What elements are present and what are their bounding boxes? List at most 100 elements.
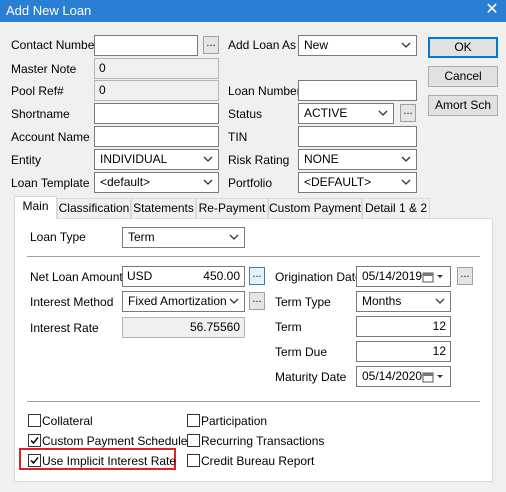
- term-type-value: Months: [362, 294, 402, 308]
- chevron-down-icon: [203, 156, 213, 162]
- add-loan-as-select[interactable]: New: [298, 35, 417, 56]
- chevron-down-icon: [401, 156, 411, 162]
- credit-bureau-report-checkbox[interactable]: [187, 454, 200, 467]
- net-loan-amount-button[interactable]: ...: [249, 267, 265, 285]
- term-due-label: Term Due: [275, 345, 328, 359]
- tab-re-payment[interactable]: Re-Payment: [196, 198, 268, 218]
- account-name-label: Account Name: [11, 130, 90, 144]
- status-label: Status: [228, 107, 263, 121]
- custom-payment-schedule-checkbox[interactable]: [28, 434, 41, 447]
- tin-label: TIN: [228, 130, 248, 144]
- status-select[interactable]: ACTIVE: [298, 103, 394, 124]
- calendar-icon: [422, 272, 434, 283]
- term-input[interactable]: 12: [356, 316, 451, 337]
- maturity-date-value: 05/14/2020: [362, 369, 423, 383]
- recurring-transactions-label: Recurring Transactions: [201, 434, 325, 448]
- interest-rate-field: 56.75560: [122, 317, 245, 338]
- credit-bureau-report-label: Credit Bureau Report: [201, 454, 315, 468]
- shortname-label: Shortname: [11, 107, 70, 121]
- tin-input[interactable]: [298, 126, 417, 147]
- window-title: Add New Loan: [6, 3, 92, 18]
- collateral-checkbox[interactable]: [28, 414, 41, 427]
- term-due-input[interactable]: 12: [356, 341, 451, 362]
- chevron-down-icon: [401, 179, 411, 185]
- add-loan-as-label: Add Loan As: [228, 38, 297, 52]
- interest-method-select[interactable]: Fixed Amortization: [122, 291, 245, 312]
- chevron-down-icon: [401, 42, 411, 48]
- loan-template-value: <default>: [100, 175, 151, 189]
- loan-number-label: Loan Number: [228, 84, 301, 98]
- participation-checkbox[interactable]: [187, 414, 200, 427]
- chevron-down-icon: [229, 234, 239, 240]
- term-label: Term: [275, 320, 302, 334]
- risk-rating-select[interactable]: NONE: [298, 149, 417, 170]
- checkmark-icon: [30, 437, 39, 445]
- checkmark-icon: [30, 457, 39, 465]
- main-tab-panel: Loan Type Term Net Loan Amount USD 450.0…: [14, 218, 493, 482]
- ok-button[interactable]: OK: [428, 37, 498, 58]
- net-loan-amount-input[interactable]: USD 450.00: [122, 266, 245, 287]
- close-icon[interactable]: ✕: [484, 1, 500, 19]
- participation-label: Participation: [201, 414, 268, 428]
- net-loan-amount-value: 450.00: [203, 269, 240, 283]
- pool-ref-label: Pool Ref#: [11, 84, 64, 98]
- interest-rate-label: Interest Rate: [30, 321, 99, 335]
- chevron-down-icon: [437, 275, 443, 278]
- master-note-label: Master Note: [11, 62, 77, 76]
- account-name-input[interactable]: [94, 126, 219, 147]
- origination-date-value: 05/14/2019: [362, 269, 423, 283]
- term-type-select[interactable]: Months: [356, 291, 451, 312]
- chevron-down-icon: [378, 110, 388, 116]
- amort-schedule-button[interactable]: Amort Sch: [428, 95, 498, 116]
- risk-rating-value: NONE: [304, 152, 339, 166]
- chevron-down-icon: [203, 179, 213, 185]
- divider: [27, 256, 480, 257]
- portfolio-select[interactable]: <DEFAULT>: [298, 172, 417, 193]
- status-lookup-button[interactable]: ...: [400, 104, 416, 122]
- chevron-down-icon: [437, 375, 443, 378]
- portfolio-label: Portfolio: [228, 176, 273, 190]
- chevron-down-icon: [435, 298, 445, 304]
- custom-payment-schedule-label: Custom Payment Schedule: [42, 434, 188, 448]
- entity-select[interactable]: INDIVIDUAL: [94, 149, 219, 170]
- tab-custom-payment[interactable]: Custom Payment: [268, 198, 362, 218]
- recurring-transactions-checkbox[interactable]: [187, 434, 200, 447]
- contact-number-label: Contact Number: [11, 38, 99, 52]
- shortname-input[interactable]: [94, 103, 219, 124]
- origination-date-button[interactable]: ...: [457, 267, 473, 285]
- master-note-field: 0: [94, 58, 219, 79]
- loan-template-label: Loan Template: [11, 176, 90, 190]
- use-implicit-interest-rate-label: Use Implicit Interest Rate: [42, 454, 177, 468]
- interest-method-label: Interest Method: [30, 295, 114, 309]
- maturity-date-picker[interactable]: 05/14/2020: [356, 366, 451, 387]
- entity-value: INDIVIDUAL: [100, 152, 168, 166]
- tab-main[interactable]: Main: [14, 196, 57, 219]
- risk-rating-label: Risk Rating: [228, 153, 290, 167]
- divider: [27, 401, 480, 402]
- title-bar: Add New Loan ✕: [0, 0, 506, 22]
- loan-number-input[interactable]: [298, 80, 417, 101]
- collateral-label: Collateral: [42, 414, 93, 428]
- contact-number-input[interactable]: [94, 35, 198, 56]
- loan-template-select[interactable]: <default>: [94, 172, 219, 193]
- origination-date-picker[interactable]: 05/14/2019: [356, 266, 451, 287]
- add-loan-as-value: New: [304, 38, 329, 52]
- interest-method-button[interactable]: ...: [249, 292, 265, 310]
- calendar-icon: [422, 372, 434, 383]
- entity-label: Entity: [11, 153, 42, 167]
- loan-type-label: Loan Type: [30, 230, 86, 244]
- loan-type-select[interactable]: Term: [122, 227, 245, 248]
- pool-ref-field: 0: [94, 80, 219, 101]
- net-loan-amount-label: Net Loan Amount: [30, 270, 123, 284]
- contact-lookup-button[interactable]: ...: [203, 36, 219, 54]
- portfolio-value: <DEFAULT>: [304, 175, 372, 189]
- maturity-date-label: Maturity Date: [275, 370, 347, 384]
- tab-statements[interactable]: Statements: [131, 198, 196, 218]
- term-type-label: Term Type: [275, 295, 331, 309]
- use-implicit-interest-rate-checkbox[interactable]: [28, 454, 41, 467]
- cancel-button[interactable]: Cancel: [428, 66, 498, 87]
- origination-date-label: Origination Date: [275, 270, 362, 284]
- tab-detail-1-2[interactable]: Detail 1 & 2: [362, 198, 430, 218]
- tab-classification[interactable]: Classification: [57, 198, 131, 218]
- currency-code: USD: [127, 269, 153, 283]
